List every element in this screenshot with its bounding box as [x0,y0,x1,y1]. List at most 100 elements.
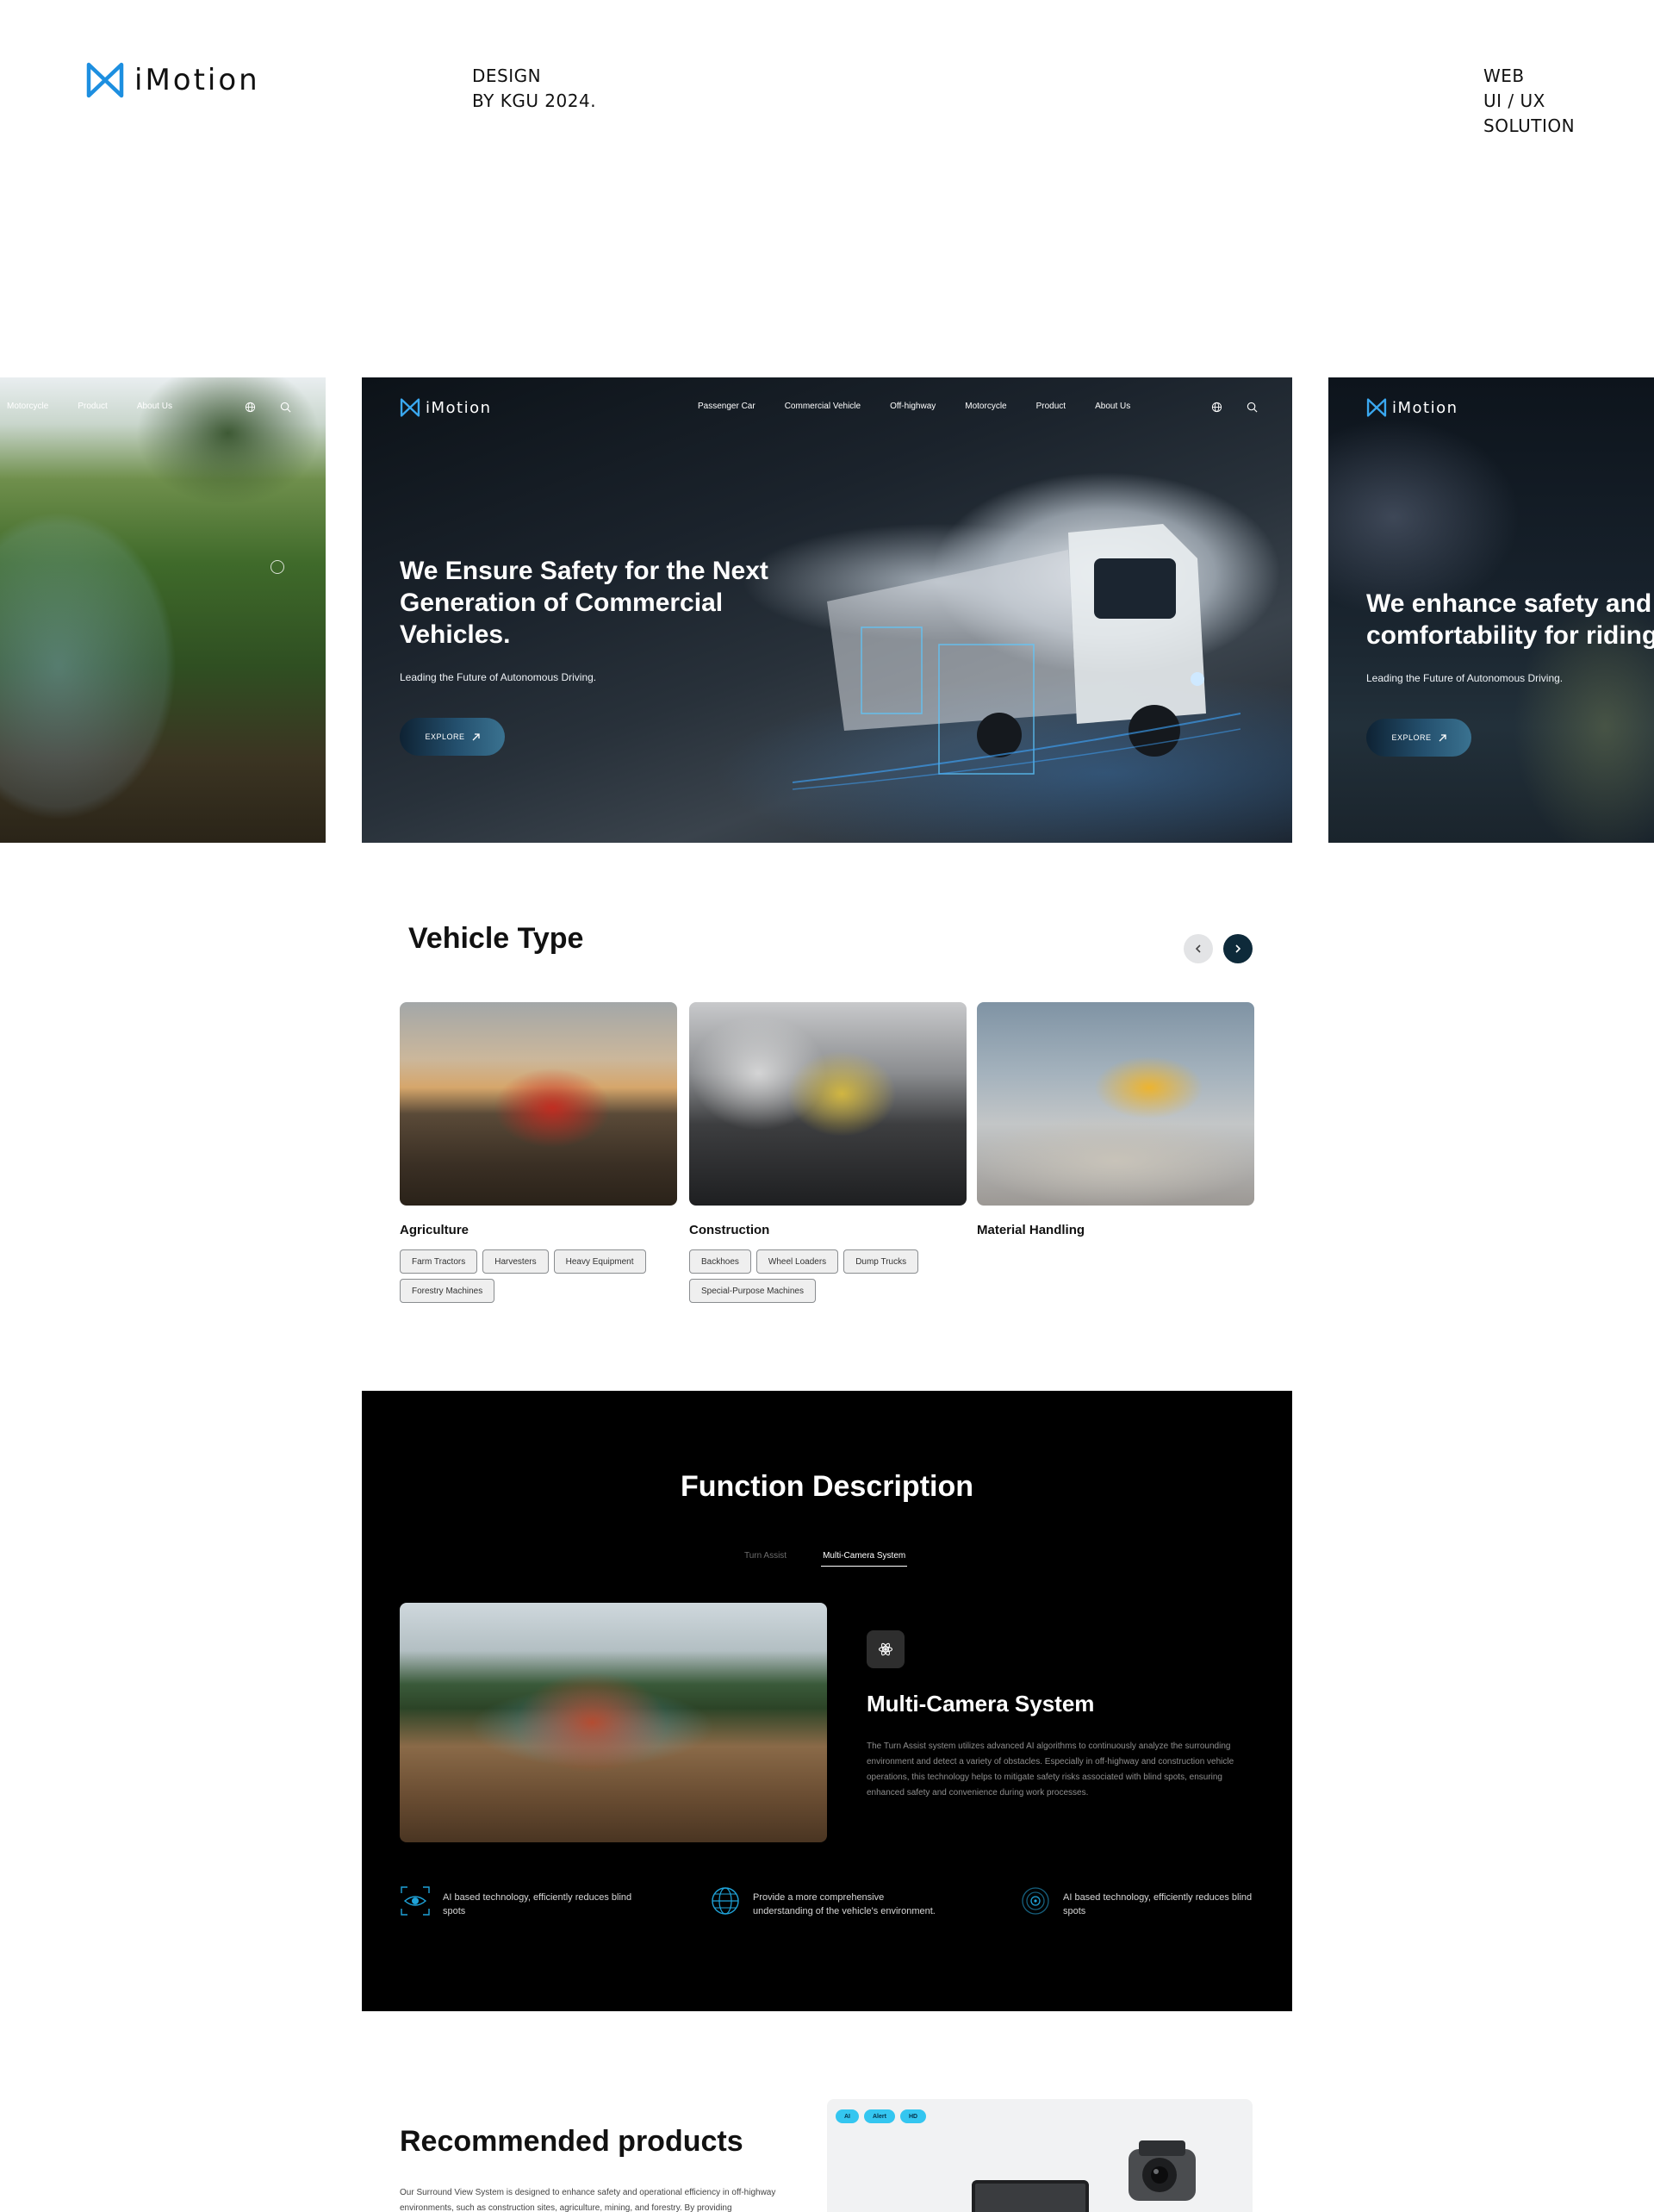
vehicle-card-agriculture[interactable]: Agriculture Farm Tractors Harvesters Hea… [400,1002,677,1303]
tag: Alert [864,2109,895,2123]
globe-icon[interactable] [1211,402,1222,413]
globe-icon[interactable] [245,402,256,413]
function-tabs: Turn Assist Multi-Camera System [744,1551,908,1567]
recommended-title: Recommended products [400,2125,743,2158]
hero-title: We Ensure Safety for the Next Generation… [400,557,768,649]
project-type-line: UI / UX [1483,90,1545,111]
nav-item[interactable]: Product [78,402,107,411]
tractor-camera-coverage-photo [400,1603,827,1842]
chip[interactable]: Farm Tractors [400,1249,478,1274]
tab-turn-assist[interactable]: Turn Assist [744,1551,787,1567]
vehicle-card-label: Construction [689,1223,770,1237]
feature-text: AI based technology, efficiently reduces… [443,1892,632,1916]
nav-item-product[interactable]: Product [1036,402,1066,411]
design-credit: DESIGN BY KGU 2024. [472,64,596,114]
arrow-up-right-icon [472,732,480,740]
feature-item: AI based technology, efficiently reduces… [1020,1885,1253,1918]
chevron-right-icon [1235,944,1241,953]
vehicle-type-title: Vehicle Type [408,922,584,955]
nav-item-about-us[interactable]: About Us [1095,402,1130,411]
design-credit-line: DESIGN [472,65,542,86]
search-icon[interactable] [280,402,291,413]
arrow-up-right-icon [1439,733,1446,741]
chip[interactable]: Backhoes [689,1249,751,1274]
function-body: The Turn Assist system utilizes advanced… [867,1742,1234,1798]
function-title: Function Description [681,1470,973,1503]
product-card[interactable]: AI Alert HD [827,2099,1253,2212]
imotion-logo-icon [86,62,124,98]
chip-group: Backhoes Wheel Loaders Dump Trucks Speci… [689,1249,967,1303]
product-tags: AI Alert HD [836,2109,927,2123]
vehicle-card-construction[interactable]: Construction Backhoes Wheel Loaders Dump… [689,1002,967,1303]
hero-subtitle: Leading the Future of Autonomous Driving… [400,671,597,683]
imotion-logo-icon [400,398,420,417]
function-heading: Multi-Camera System [867,1691,1095,1717]
slide-nav: Motorcycle Product About Us [7,402,172,411]
pager-dot[interactable] [270,560,284,574]
tractor-photo [400,1002,677,1206]
nav-item-commercial-vehicle[interactable]: Commercial Vehicle [785,402,861,411]
brand-logo[interactable]: iMotion [86,62,260,98]
atom-icon [878,1642,893,1656]
chip-group: Farm Tractors Harvesters Heavy Equipment… [400,1249,677,1303]
nav-item-off-highway[interactable]: Off-highway [890,402,936,411]
chip[interactable]: Dump Trucks [843,1249,919,1274]
eye-scan-icon [401,1886,430,1916]
tag: HD [899,2109,927,2123]
feature-item: AI based technology, efficiently reduces… [400,1885,632,1918]
globe-icon [712,1887,739,1915]
vehicle-card-material-handling[interactable]: Material Handling [977,1002,1254,1237]
chip[interactable]: Heavy Equipment [553,1249,646,1274]
feature-text: AI based technology, efficiently reduces… [1063,1892,1253,1916]
wheel-loader-photo [689,1002,967,1206]
project-type-line: WEB [1483,65,1525,86]
brand-name: iMotion [426,398,492,417]
vehicle-card-label: Agriculture [400,1223,469,1237]
recommended-text: Our Surround View System is designed to … [400,2188,776,2212]
explore-button[interactable]: EXPLORE [1366,719,1471,757]
truck-illustration [793,524,1240,790]
hero-subtitle: Leading the Future of Autonomous Driving… [1366,672,1564,684]
chip[interactable]: Special-Purpose Machines [689,1279,816,1303]
explore-label: EXPLORE [1391,733,1432,742]
hero-copy: We enhance safety and comfortability for… [1366,588,1654,757]
monitor-product-image [972,2180,1089,2212]
tab-multi-camera-system[interactable]: Multi-Camera System [821,1551,908,1567]
carousel-prev-button[interactable] [1184,934,1213,963]
chip[interactable]: Harvesters [482,1249,549,1274]
carousel-next-button[interactable] [1223,934,1253,963]
hero-slide-active: iMotion Passenger Car Commercial Vehicle… [362,377,1292,843]
brand-name: iMotion [134,63,260,97]
hero-slide-next[interactable]: iMotion We enhance safety and comfortabi… [1328,377,1654,843]
nav-item[interactable]: About Us [137,402,172,411]
chevron-left-icon [1195,944,1201,953]
main-nav: Passenger Car Commercial Vehicle Off-hig… [698,402,1130,411]
nav-item-passenger-car[interactable]: Passenger Car [698,402,755,411]
function-description-section: Function Description Turn Assist Multi-C… [362,1391,1292,2011]
project-type-line: SOLUTION [1483,115,1576,136]
slide-logo[interactable]: iMotion [1366,398,1458,417]
nav-item-motorcycle[interactable]: Motorcycle [965,402,1006,411]
radar-icon [1022,1887,1049,1915]
design-credit-line: BY KGU 2024. [472,90,597,111]
hero-slide-previous[interactable]: Motorcycle Product About Us [0,377,326,843]
project-type: WEB UI / UX SOLUTION [1483,64,1575,139]
hero-title: We enhance safety and comfortability for… [1366,589,1654,650]
brand-name: iMotion [1392,398,1458,417]
hero-copy: We Ensure Safety for the Next Generation… [400,555,770,756]
tag: AI [836,2109,859,2123]
feature-text: Provide a more comprehensive understandi… [753,1892,936,1916]
nav-icons [245,402,291,413]
imotion-logo-icon [1366,398,1387,417]
explore-button[interactable]: EXPLORE [400,718,505,756]
explore-label: EXPLORE [425,732,465,741]
nav-item[interactable]: Motorcycle [7,402,48,411]
vehicle-card-label: Material Handling [977,1223,1085,1237]
camera-product-image [1129,2140,1196,2201]
camera-system-badge [867,1630,905,1668]
search-icon[interactable] [1247,402,1258,413]
slide-logo[interactable]: iMotion [400,398,492,417]
nav-icons [1211,402,1258,413]
chip[interactable]: Forestry Machines [400,1279,495,1303]
chip[interactable]: Wheel Loaders [755,1249,839,1274]
